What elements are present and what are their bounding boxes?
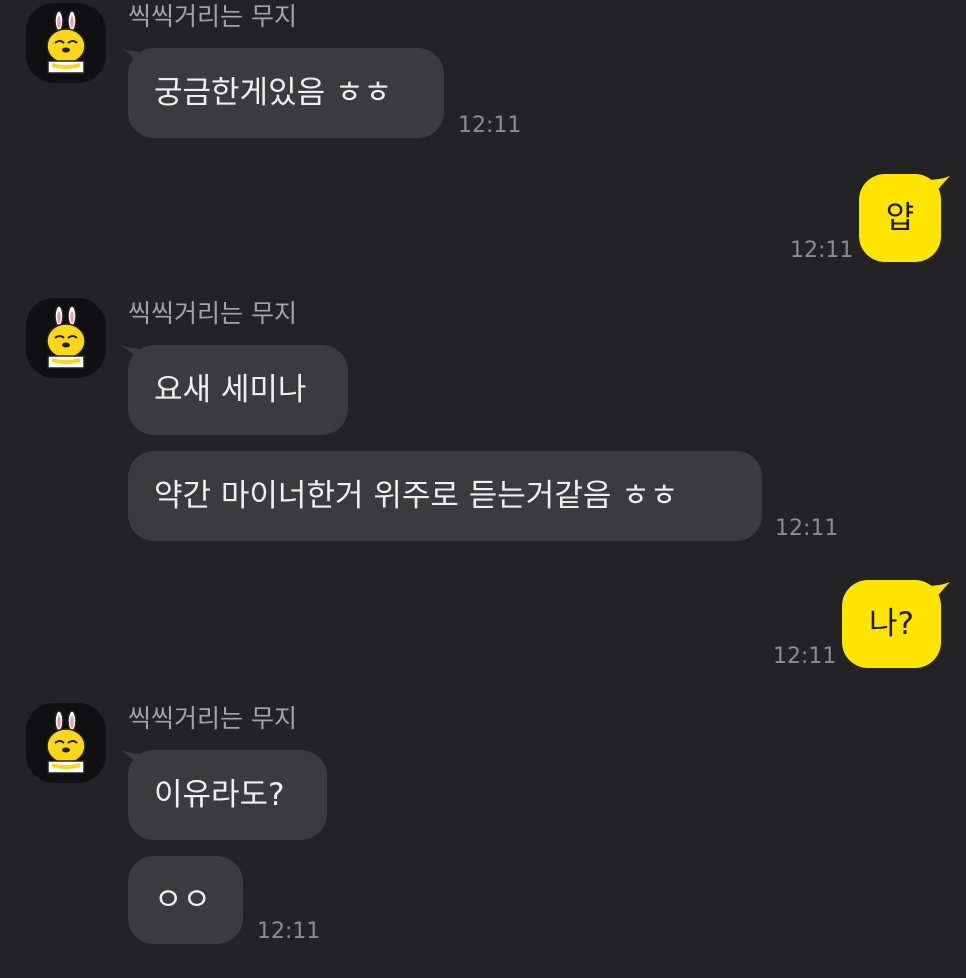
message-time: 12:11 [773, 644, 837, 669]
message-bubble[interactable]: 궁금한게있음 ㅎㅎ [128, 48, 444, 138]
message-text: 나? [869, 606, 914, 642]
message-bubble[interactable]: ㅇㅇ [128, 856, 243, 944]
sender-name: 씩씩거리는 무지 [128, 704, 297, 733]
message-time: 12:11 [775, 516, 839, 541]
sender-avatar[interactable] [26, 298, 106, 378]
message-text: 이유라도? [154, 777, 285, 813]
message-time: 12:11 [458, 113, 522, 138]
sender-name: 씩씩거리는 무지 [128, 299, 297, 328]
message-text: 궁금한게있음 ㅎㅎ [154, 75, 393, 111]
sender-name: 씩씩거리는 무지 [128, 2, 297, 31]
muzi-character-icon [46, 710, 86, 774]
bubble-tail [926, 176, 950, 198]
message-bubble[interactable]: 요새 세미나 [128, 345, 348, 435]
message-text: 얍 [885, 200, 915, 236]
sender-avatar[interactable] [26, 703, 106, 783]
message-time: 12:11 [257, 919, 321, 944]
message-bubble[interactable]: 약간 마이너한거 위주로 듣는거같음 ㅎㅎ [128, 451, 762, 541]
message-bubble[interactable]: 이유라도? [128, 750, 327, 840]
sender-avatar[interactable] [26, 3, 106, 83]
muzi-character-icon [46, 10, 86, 74]
message-text: ㅇㅇ [154, 882, 212, 918]
message-text: 약간 마이너한거 위주로 듣는거같음 ㅎㅎ [154, 478, 679, 514]
message-text: 요새 세미나 [154, 372, 307, 408]
message-time: 12:11 [790, 238, 854, 263]
muzi-character-icon [46, 305, 86, 369]
bubble-tail [926, 582, 950, 604]
